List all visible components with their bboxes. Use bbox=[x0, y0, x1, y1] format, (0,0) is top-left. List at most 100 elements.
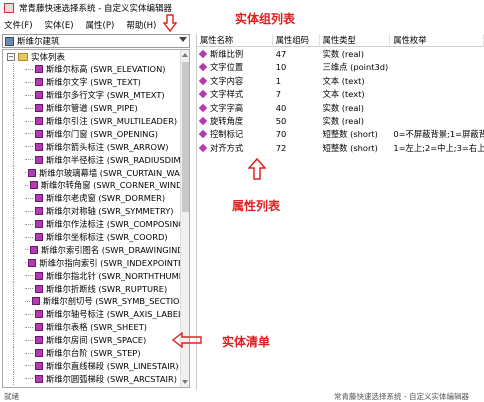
entity-icon bbox=[35, 233, 43, 242]
cell-code: 10 bbox=[275, 62, 287, 73]
entity-icon bbox=[28, 258, 37, 267]
tree-item[interactable]: 斯维尔管道 (SWR_PIPE) bbox=[3, 101, 189, 115]
menu-entity[interactable]: 实体(E) bbox=[45, 19, 74, 31]
tree-item[interactable]: 斯维尔对称轴 (SWR_SYMMETRY) bbox=[3, 204, 189, 218]
annotation-arrow-left bbox=[172, 332, 202, 348]
tree-connector bbox=[25, 210, 33, 212]
group-icon bbox=[5, 36, 14, 46]
tree-root[interactable]: − 实体列表 bbox=[3, 50, 189, 63]
tree-item-label: 斯维尔作法标注 (SWR_COMPOSING) bbox=[46, 219, 188, 230]
annotation-group-list: 实体组列表 bbox=[235, 12, 296, 26]
tree-item[interactable]: 斯维尔多行文字 (SWR_MTEXT) bbox=[3, 88, 189, 102]
menu-help[interactable]: 帮助(H) bbox=[126, 19, 156, 31]
tree-connector bbox=[25, 68, 33, 70]
tree-connector bbox=[25, 378, 33, 380]
property-row[interactable]: 对齐方式 72 短整数 (short) 1=左上;2=中上;3=右上;4= bbox=[197, 141, 484, 154]
header-type[interactable]: 属性类型 bbox=[320, 34, 391, 47]
tree-item[interactable]: 斯维尔玻璃幕墙 (SWR_CURTAIN_WALL bbox=[3, 166, 189, 179]
tree-item[interactable]: 斯维尔索引图名 (SWR_DRAWINGINDE bbox=[3, 243, 189, 257]
entity-icon bbox=[35, 117, 43, 125]
entity-icon bbox=[31, 297, 40, 306]
property-icon bbox=[198, 103, 208, 112]
menu-property[interactable]: 属性(P) bbox=[86, 19, 115, 31]
cell-code: 40 bbox=[275, 102, 287, 113]
tree-item[interactable]: 斯维尔指向索引 (SWR_INDEXPOINTER bbox=[3, 256, 189, 270]
entity-icon bbox=[35, 220, 43, 229]
tree-item[interactable]: 斯维尔圆弧梯段 (SWR_ARCSTAIR) bbox=[3, 372, 189, 386]
entity-group-combo[interactable]: 斯维尔建筑 bbox=[2, 34, 190, 48]
menu-file[interactable]: 文件(F) bbox=[4, 19, 33, 31]
tree-connector bbox=[25, 81, 33, 83]
tree-item-label: 斯维尔玻璃幕墙 (SWR_CURTAIN_WALL bbox=[39, 167, 189, 178]
tree-item[interactable]: 斯维尔表格 (SWR_SHEET) bbox=[3, 320, 189, 334]
tree-item[interactable]: 斯维尔箭头标注 (SWR_ARROW) bbox=[3, 140, 189, 154]
tree-item-label: 斯维尔老虎窗 (SWR_DORMER) bbox=[46, 193, 166, 204]
tree-item[interactable]: 斯维尔引注 (SWR_MULTILEADER) bbox=[3, 114, 189, 128]
entity-icon bbox=[35, 104, 43, 113]
property-row[interactable]: 文字字高 40 实数 (real) bbox=[197, 101, 484, 114]
entity-icon bbox=[29, 181, 38, 190]
tree-item[interactable]: 斯维尔房间 (SWR_SPACE) bbox=[3, 333, 189, 347]
property-name: 斯维比例 bbox=[210, 49, 244, 60]
tree-item[interactable]: 斯维尔坐标标注 (SWR_COORD) bbox=[3, 230, 189, 244]
tree-item[interactable]: 斯维尔剖切号 (SWR_SYMB_SECTION) bbox=[3, 295, 189, 308]
tree-item-label: 斯维尔指向索引 (SWR_INDEXPOINTER bbox=[39, 257, 189, 268]
tree-connector bbox=[25, 339, 33, 341]
property-icon bbox=[198, 63, 208, 72]
tree-connector bbox=[25, 197, 33, 199]
property-row[interactable]: 旋转角度 50 实数 (real) bbox=[197, 114, 484, 127]
tree-item[interactable]: 斯维尔标高 (SWR_ELEVATION) bbox=[3, 63, 189, 76]
property-name: 控制标记 bbox=[210, 129, 244, 140]
tree-item[interactable]: 斯维尔台阶 (SWR_STEP) bbox=[3, 346, 189, 360]
entity-icon bbox=[35, 310, 43, 319]
scroll-thumb[interactable] bbox=[182, 62, 189, 212]
header-name[interactable]: 属性名称 bbox=[197, 34, 273, 47]
cell-type: 实数 (real) bbox=[322, 49, 365, 60]
tree-item[interactable]: 斯维尔作法标注 (SWR_COMPOSING) bbox=[3, 217, 189, 231]
entity-icon bbox=[35, 349, 43, 358]
entity-icon bbox=[35, 207, 43, 216]
tree-item-label: 斯维尔折断线 (SWR_RUPTURE) bbox=[46, 283, 168, 294]
folder-icon bbox=[18, 52, 28, 61]
scroll-down-icon[interactable] bbox=[182, 380, 188, 384]
cell-type: 短整数 (short) bbox=[322, 129, 378, 140]
tree-connector bbox=[25, 120, 33, 122]
tree-item[interactable]: 斯维尔文字 (SWR_TEXT) bbox=[3, 75, 189, 89]
property-row[interactable]: 文字样式 7 文本 (text) bbox=[197, 88, 484, 101]
tree-connector bbox=[25, 107, 33, 109]
status-left: 就绪 bbox=[4, 392, 19, 401]
entity-icon bbox=[35, 194, 43, 203]
tree-item[interactable]: 斯维尔折断线 (SWR_RUPTURE) bbox=[3, 282, 189, 295]
property-row[interactable]: 文字位置 10 三维点 (point3d) bbox=[197, 61, 484, 74]
property-row[interactable]: 斯维比例 47 实数 (real) bbox=[197, 47, 484, 60]
scroll-up-icon[interactable] bbox=[182, 53, 188, 57]
property-icon bbox=[198, 76, 208, 86]
property-row[interactable]: 控制标记 70 短整数 (short) 0=不屏蔽背景;1=屏蔽背景 bbox=[197, 128, 484, 141]
cell-type: 文本 (text) bbox=[322, 89, 365, 100]
tree-root-label: 实体列表 bbox=[31, 52, 66, 63]
header-enum[interactable]: 属性枚举 bbox=[390, 34, 484, 47]
tree-connector bbox=[25, 223, 33, 225]
tree-item[interactable]: 斯维尔转角窗 (SWR_CORNER_WINDO bbox=[3, 179, 189, 192]
tree-item[interactable]: 斯维尔门窗 (SWR_OPENING) bbox=[3, 127, 189, 141]
tree-item[interactable]: 斯维尔轴号标注 (SWR_AXIS_LABEL) bbox=[3, 307, 189, 321]
tree-connector bbox=[25, 159, 33, 161]
property-icon bbox=[198, 49, 208, 59]
property-name: 对齐方式 bbox=[210, 142, 244, 153]
entity-tree[interactable]: − 实体列表 斯维尔标高 (SWR_ELEVATION) 斯维尔文字 (SWR_T… bbox=[2, 49, 190, 388]
tree-item[interactable]: 斯维尔直线梯段 (SWR_LINESTAIR) bbox=[3, 359, 189, 373]
entity-icon bbox=[35, 374, 43, 383]
tree-item[interactable]: 斯维尔半径标注 (SWR_RADIUSDIM) bbox=[3, 153, 189, 167]
entity-icon bbox=[35, 284, 43, 293]
tree-connector bbox=[25, 172, 27, 174]
chevron-down-icon[interactable] bbox=[179, 37, 187, 42]
header-code[interactable]: 属性组码 bbox=[273, 34, 320, 47]
collapse-icon[interactable]: − bbox=[7, 52, 15, 61]
tree-item[interactable]: 斯维尔老虎窗 (SWR_DORMER) bbox=[3, 191, 189, 205]
property-icon bbox=[198, 116, 208, 126]
cell-name: 文字样式 bbox=[197, 88, 273, 100]
tree-item[interactable]: 斯维尔指北针 (SWR_NORTHTHUMB) bbox=[3, 269, 189, 283]
cell-type: 短整数 (short) bbox=[322, 142, 378, 153]
cell-name: 对齐方式 bbox=[197, 142, 273, 154]
property-row[interactable]: 文字内容 1 文本 (text) bbox=[197, 74, 484, 87]
